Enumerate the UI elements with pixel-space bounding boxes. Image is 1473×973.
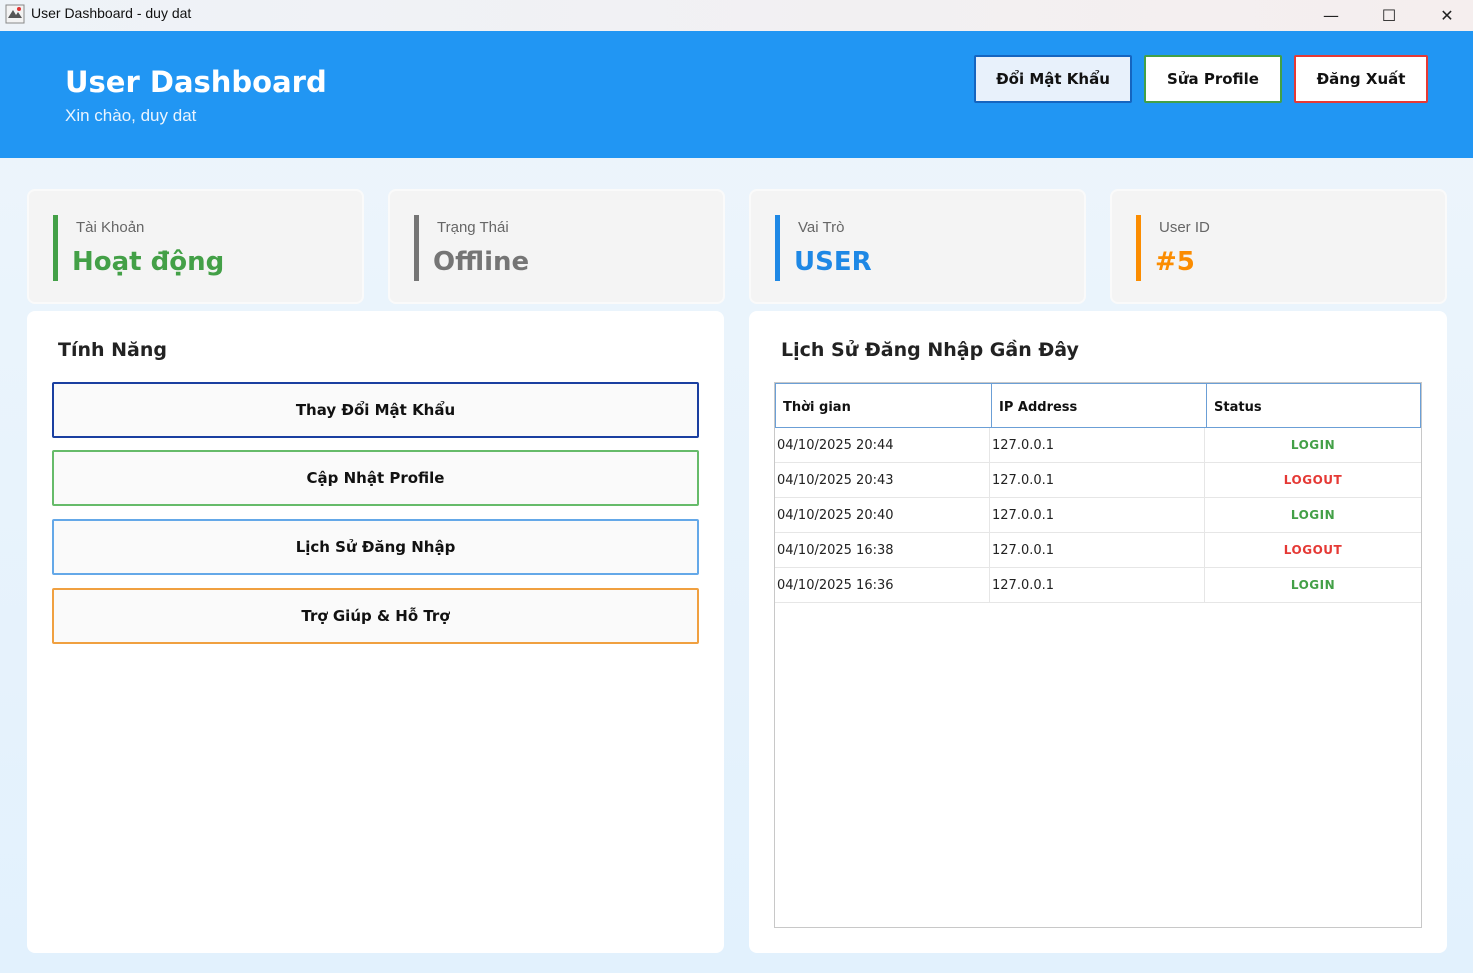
stat-label: User ID [1159, 219, 1210, 236]
greeting-text: Xin chào, duy dat [65, 106, 197, 125]
cell-time: 04/10/2025 20:43 [775, 463, 990, 498]
change-password-feature-button[interactable]: Thay Đổi Mật Khẩu [52, 382, 699, 438]
update-profile-feature-button[interactable]: Cập Nhật Profile [52, 450, 699, 506]
help-support-feature-button[interactable]: Trợ Giúp & Hỗ Trợ [52, 588, 699, 644]
table-row[interactable]: 04/10/2025 20:44 127.0.0.1 LOGIN [775, 428, 1421, 463]
change-password-button[interactable]: Đổi Mật Khẩu [974, 55, 1132, 103]
cell-ip: 127.0.0.1 [990, 498, 1205, 533]
stat-accent-bar [414, 215, 419, 281]
cell-status: LOGIN [1290, 438, 1336, 452]
dashboard-header: User Dashboard Xin chào, duy dat Đổi Mật… [0, 31, 1473, 158]
cell-status: LOGIN [1290, 578, 1336, 592]
stat-label: Trạng Thái [437, 219, 509, 236]
cell-status: LOGOUT [1283, 543, 1343, 557]
login-history-panel: Lịch Sử Đăng Nhập Gần Đây Thời gian IP A… [749, 311, 1447, 953]
stat-accent-bar [775, 215, 780, 281]
maximize-button[interactable]: ☐ [1366, 0, 1412, 31]
stat-card-user-id: User ID #5 [1110, 189, 1447, 304]
table-row[interactable]: 04/10/2025 16:36 127.0.0.1 LOGIN [775, 568, 1421, 603]
stat-value: Offline [433, 247, 530, 277]
stat-card-account: Tài Khoản Hoạt động [27, 189, 364, 304]
window-titlebar[interactable]: User Dashboard - duy dat — ☐ ✕ [0, 0, 1473, 31]
cell-time: 04/10/2025 16:36 [775, 568, 990, 603]
stat-value: #5 [1155, 247, 1195, 277]
column-header-status[interactable]: Status [1206, 384, 1420, 427]
close-button[interactable]: ✕ [1424, 0, 1470, 31]
column-header-time[interactable]: Thời gian [776, 384, 991, 427]
page-title: User Dashboard [65, 65, 327, 99]
stat-accent-bar [1136, 215, 1141, 281]
logout-button[interactable]: Đăng Xuất [1294, 55, 1428, 103]
history-title: Lịch Sử Đăng Nhập Gần Đây [781, 339, 1079, 361]
table-row[interactable]: 04/10/2025 20:43 127.0.0.1 LOGOUT [775, 463, 1421, 498]
stat-card-role: Vai Trò USER [749, 189, 1086, 304]
table-header: Thời gian IP Address Status [775, 383, 1421, 428]
stat-card-status: Trạng Thái Offline [388, 189, 725, 304]
cell-ip: 127.0.0.1 [990, 533, 1205, 568]
table-row[interactable]: 04/10/2025 20:40 127.0.0.1 LOGIN [775, 498, 1421, 533]
cell-status: LOGIN [1290, 508, 1336, 522]
minimize-button[interactable]: — [1308, 0, 1354, 31]
column-header-ip[interactable]: IP Address [991, 384, 1206, 427]
cell-ip: 127.0.0.1 [990, 463, 1205, 498]
table-row[interactable]: 04/10/2025 16:38 127.0.0.1 LOGOUT [775, 533, 1421, 568]
edit-profile-button[interactable]: Sửa Profile [1144, 55, 1282, 103]
login-history-table[interactable]: Thời gian IP Address Status 04/10/2025 2… [774, 382, 1422, 928]
cell-time: 04/10/2025 20:44 [775, 428, 990, 463]
stat-value: Hoạt động [72, 247, 225, 277]
stat-label: Tài Khoản [76, 219, 145, 236]
cell-status: LOGOUT [1283, 473, 1343, 487]
cell-time: 04/10/2025 20:40 [775, 498, 990, 533]
login-history-feature-button[interactable]: Lịch Sử Đăng Nhập [52, 519, 699, 575]
stat-label: Vai Trò [798, 219, 845, 236]
java-app-icon [5, 4, 25, 24]
stat-value: USER [794, 247, 872, 277]
window-title: User Dashboard - duy dat [31, 5, 192, 21]
features-panel: Tính Năng Thay Đổi Mật Khẩu Cập Nhật Pro… [27, 311, 724, 953]
cell-time: 04/10/2025 16:38 [775, 533, 990, 568]
stat-accent-bar [53, 215, 58, 281]
cell-ip: 127.0.0.1 [990, 568, 1205, 603]
cell-ip: 127.0.0.1 [990, 428, 1205, 463]
features-title: Tính Năng [58, 339, 167, 361]
